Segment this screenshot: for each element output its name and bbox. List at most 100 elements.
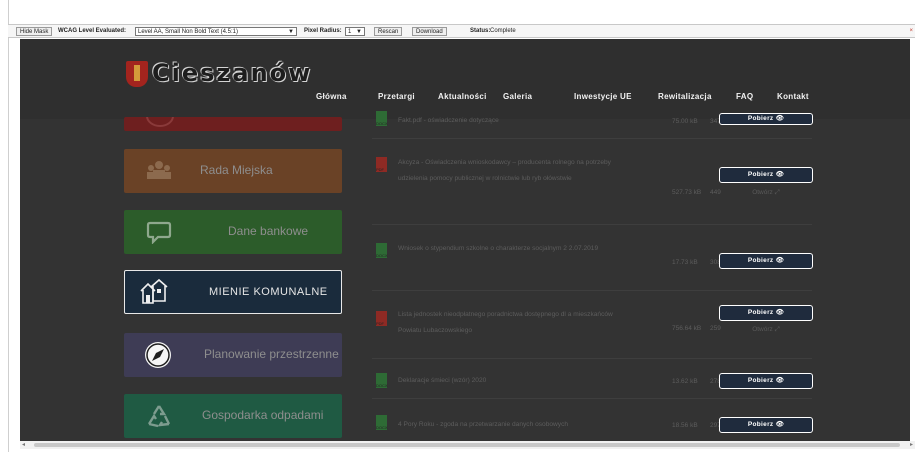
row-divider — [372, 290, 812, 291]
nav-item-galeria[interactable]: Galeria — [503, 92, 532, 101]
doc-file-icon: DOCX — [376, 111, 388, 126]
expand-icon: ⤢ — [774, 189, 780, 196]
chevron-down-icon: ▼ — [288, 29, 294, 35]
masked-page: Cieszanów Główna Przetargi Aktualności G… — [20, 39, 910, 441]
coat-of-arms-icon — [126, 61, 148, 87]
tile-label: Dane bankowe — [228, 224, 309, 238]
wcag-level-label: WCAG Level Evaluated: — [58, 28, 127, 34]
pixel-radius-value: 1 — [348, 29, 352, 35]
list-item: DOCX 4 Pory Roku - zgoda na przetwarzani… — [372, 405, 813, 441]
eye-icon: 👁 — [775, 309, 785, 316]
tile-label: Gospodarka odpadami — [202, 408, 324, 422]
site-logo[interactable]: Cieszanów — [152, 59, 312, 87]
open-button[interactable]: Otwórz ⤢ — [719, 187, 813, 199]
tile-partial[interactable] — [124, 117, 342, 131]
row-divider — [372, 398, 812, 399]
wcag-level-select[interactable]: Level AA, Small Non Bold Text (4.5:1) ▼ — [135, 27, 297, 36]
document-title[interactable]: Lista jednostek nieodpłatnego poradnictw… — [398, 307, 638, 339]
list-item: DOCX Deklaracje śmieci (wzór) 2020 13.62… — [372, 365, 813, 399]
row-divider — [372, 224, 812, 225]
download-label: Pobierz — [747, 115, 774, 122]
document-size: 75.00 kB — [672, 118, 698, 125]
eye-icon: 👁 — [775, 171, 785, 178]
download-label: Pobierz — [747, 257, 774, 264]
list-item: DOCX Wniosek o stypendium szkolne o char… — [372, 231, 813, 291]
nav-item-kontakt[interactable]: Kontakt — [777, 92, 809, 101]
nav-item-przetargi[interactable]: Przetargi — [378, 92, 415, 101]
document-title[interactable]: Deklaracje śmieci (wzór) 2020 — [398, 373, 638, 389]
download-button[interactable]: Pobierz 👁 — [719, 253, 813, 269]
tile-gospodarka-odpadami[interactable]: Gospodarka odpadami — [124, 394, 342, 438]
document-title[interactable]: Wniosek o stypendium szkolne o charakter… — [398, 241, 638, 257]
compass-icon — [145, 342, 171, 368]
eye-icon: 👁 — [775, 115, 785, 122]
download-button[interactable]: Pobierz 👁 — [719, 167, 813, 183]
doc-file-icon: DOCX — [376, 243, 388, 258]
download-button[interactable]: Pobierz 👁 — [719, 305, 813, 321]
pixel-radius-label: Pixel Radius: — [304, 28, 342, 34]
document-size: 756.64 kB — [672, 325, 702, 332]
rescan-button[interactable]: Rescan — [374, 27, 403, 36]
eye-icon: 👁 — [775, 377, 785, 384]
close-icon[interactable]: × — [909, 28, 913, 34]
list-item: DOCX Fakt.pdf - oświadczenie dotyczące 7… — [372, 111, 813, 139]
recycle-icon — [147, 405, 171, 428]
nav-item-glowna[interactable]: Główna — [316, 92, 347, 101]
doc-file-icon: DOCX — [376, 373, 388, 388]
document-size: 527.73 kB — [672, 189, 702, 196]
row-divider — [372, 138, 812, 139]
download-label: Pobierz — [747, 309, 774, 316]
document-title[interactable]: Akcyza - Oświadczenia wnioskodawcy – pro… — [398, 155, 638, 187]
list-item: PDF Akcyza - Oświadczenia wnioskodawcy –… — [372, 153, 813, 225]
tile-mienie-komunalne[interactable]: MIENIE KOMUNALNE — [124, 270, 342, 314]
partial-tile-icon — [146, 117, 174, 127]
scrollbar-thumb[interactable] — [34, 443, 900, 447]
nav-item-faq[interactable]: FAQ — [736, 92, 753, 101]
nav-item-inwestycje[interactable]: Inwestycje UE — [574, 92, 632, 101]
nav-item-aktualnosci[interactable]: Aktualności — [438, 92, 487, 101]
pixel-radius-select[interactable]: 1 ▼ — [345, 27, 365, 36]
tile-label: Planowanie przestrzenne — [204, 347, 339, 361]
list-item: PDF Lista jednostek nieodpłatnego poradn… — [372, 297, 813, 359]
pdf-file-icon: PDF — [376, 157, 387, 172]
document-size: 13.62 kB — [672, 378, 698, 385]
open-label: Otwórz — [752, 326, 773, 333]
download-label: Pobierz — [747, 421, 774, 428]
open-label: Otwórz — [752, 189, 773, 196]
site-header: Cieszanów Główna Przetargi Aktualności G… — [20, 39, 910, 119]
status-label: Status: — [470, 28, 491, 34]
document-title[interactable]: Fakt.pdf - oświadczenie dotyczące — [398, 113, 638, 129]
contrast-toolbar: Hide Mask WCAG Level Evaluated: Level AA… — [8, 24, 915, 38]
scroll-left-icon[interactable]: ◂ — [22, 441, 25, 448]
expand-icon: ⤢ — [774, 326, 780, 333]
eye-icon: 👁 — [775, 257, 785, 264]
chevron-down-icon: ▼ — [356, 29, 362, 35]
download-label: Pobierz — [747, 377, 774, 384]
chat-bubble-icon — [146, 221, 172, 244]
status-value: Complete — [490, 28, 516, 34]
document-size: 18.56 kB — [672, 422, 698, 429]
tile-rada-miejska[interactable]: Rada Miejska — [124, 149, 342, 193]
tile-label: Rada Miejska — [200, 163, 273, 177]
wcag-level-value: Level AA, Small Non Bold Text (4.5:1) — [138, 29, 238, 35]
eye-icon: 👁 — [775, 421, 785, 428]
hide-mask-button[interactable]: Hide Mask — [16, 27, 53, 36]
tile-planowanie[interactable]: Planowanie przestrzenne — [124, 333, 342, 377]
scroll-right-icon[interactable]: ▸ — [910, 441, 913, 448]
horizontal-scrollbar[interactable]: ◂ ▸ — [20, 441, 915, 449]
people-icon — [147, 161, 171, 179]
tile-dane-bankowe[interactable]: Dane bankowe — [124, 210, 342, 254]
download-button[interactable]: Pobierz 👁 — [719, 113, 813, 125]
nav-item-rewitalizacja[interactable]: Rewitalizacja — [658, 92, 712, 101]
row-divider — [372, 358, 812, 359]
download-label: Pobierz — [747, 171, 774, 178]
document-title[interactable]: 4 Pory Roku - zgoda na przetwarzanie dan… — [398, 417, 638, 433]
houses-icon — [140, 278, 168, 304]
document-size: 17.73 kB — [672, 259, 698, 266]
download-button[interactable]: Pobierz 👁 — [719, 417, 813, 433]
pdf-file-icon: PDF — [376, 311, 387, 326]
tile-label: MIENIE KOMUNALNE — [209, 286, 328, 298]
open-button[interactable]: Otwórz ⤢ — [719, 324, 813, 336]
download-button[interactable]: Download — [412, 27, 447, 36]
download-button[interactable]: Pobierz 👁 — [719, 373, 813, 389]
